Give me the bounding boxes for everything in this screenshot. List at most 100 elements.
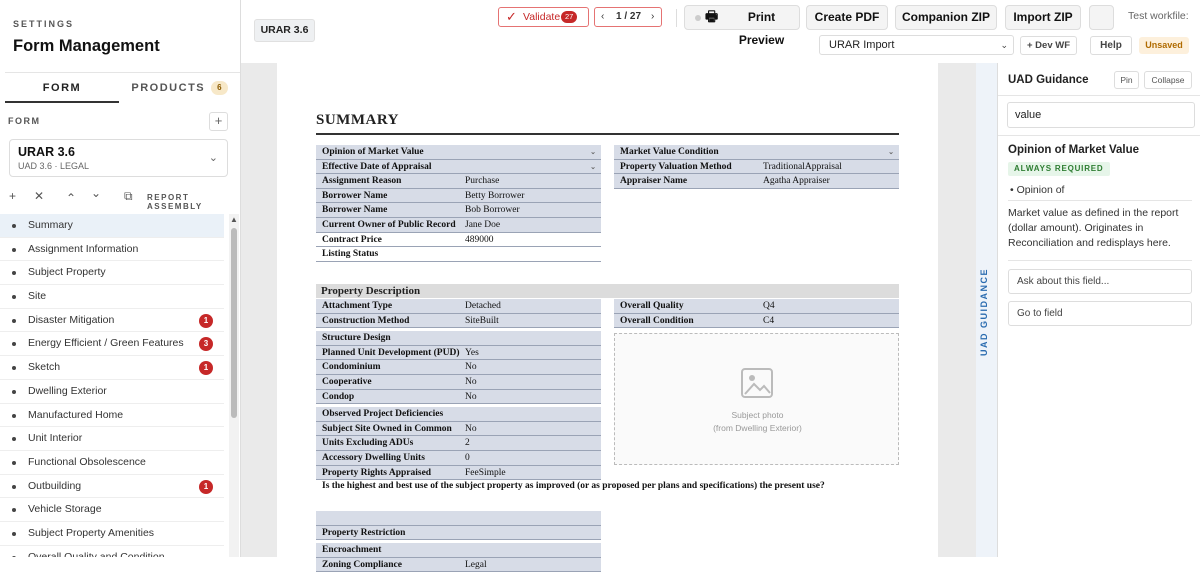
sidebar-item[interactable]: Vehicle Storage <box>0 498 224 522</box>
document-field-row[interactable]: Overall Quality Q4 <box>614 299 899 314</box>
sidebar-item-label: Subject Property <box>28 266 106 279</box>
chevron-left-icon[interactable]: ‹ <box>601 8 604 26</box>
create-pdf-button[interactable]: Create PDF <box>806 5 888 30</box>
form-selector[interactable]: URAR 3.6 UAD 3.6 · LEGAL ⌄ <box>9 139 228 177</box>
dev-wf-button[interactable]: + Dev WF <box>1020 36 1077 55</box>
sidebar-item[interactable]: Dwelling Exterior <box>0 380 224 404</box>
bullet-icon <box>12 342 16 347</box>
import-select[interactable]: URAR Import ⌄ <box>819 35 1014 55</box>
field-label: Listing Status <box>322 249 379 260</box>
document-field-row[interactable]: Property Restriction <box>316 525 601 541</box>
document-field-row[interactable]: Condominium No <box>316 360 601 375</box>
document-field-row[interactable]: Listing Status <box>316 247 601 262</box>
sidebar-item-label: Summary <box>28 219 73 231</box>
sidebar-item[interactable]: Overall Quality and Condition <box>0 546 224 557</box>
document-field-row[interactable]: Attachment Type Detached <box>316 299 601 314</box>
validate-button[interactable]: ✓ Validate 27 <box>498 7 589 27</box>
field-label: Property Valuation Method <box>620 161 732 172</box>
collapse-button[interactable]: Collapse <box>1144 71 1192 89</box>
document-field-row[interactable]: Contract Price 489000 <box>316 233 601 248</box>
document-field-row[interactable]: Property Rights Appraised FeeSimple <box>316 465 601 481</box>
field-value: Detached <box>465 301 501 311</box>
field-label: Units Excluding ADUs <box>322 438 414 449</box>
field-label: Overall Condition <box>620 315 694 326</box>
sidebar-tabs: FORM PRODUCTS 6 <box>5 72 240 103</box>
sidebar-item[interactable]: Summary <box>0 214 224 238</box>
document-field-row[interactable]: Effective Date of Appraisal ⌄ <box>316 159 601 175</box>
document-field-row[interactable]: Encroachment <box>316 543 601 558</box>
sidebar-item[interactable]: Unit Interior <box>0 427 224 451</box>
sidebar-item[interactable]: Sketch 1 <box>0 356 224 380</box>
subject-photo-placeholder[interactable]: Subject photo (from Dwelling Exterior) <box>614 333 899 465</box>
document-field-row[interactable]: Structure Design <box>316 331 601 346</box>
tab-form[interactable]: FORM <box>5 73 119 103</box>
document-canvas[interactable]: SUMMARY Opinion of Market Value ⌄ Effectiv… <box>241 63 976 572</box>
document-field-row[interactable]: Borrower Name Bob Borrower <box>316 203 601 218</box>
guidance-search-input[interactable]: value <box>1007 102 1195 128</box>
document-field-row[interactable]: Condop No <box>316 389 601 405</box>
test-workfile-label: Test workfile: <box>1128 10 1189 22</box>
print-preview-button[interactable]: 🖶 Print Preview <box>684 5 800 47</box>
companion-zip-button[interactable]: Companion ZIP <box>895 5 997 30</box>
sidebar-item[interactable]: Subject Property Amenities <box>0 522 224 546</box>
document-field-row[interactable]: Overall Condition C4 <box>614 313 899 329</box>
scrollbar-thumb[interactable] <box>231 228 237 418</box>
field-label: Appraiser Name <box>620 176 688 187</box>
issue-pager: ‹ 1 / 27 › <box>594 7 662 27</box>
pin-button[interactable]: Pin <box>1114 71 1139 89</box>
go-to-field-button[interactable]: Go to field <box>1008 301 1192 326</box>
guidance-strip[interactable]: UAD GUIDANCE <box>976 63 997 557</box>
document-field-row[interactable]: Observed Project Deficiencies <box>316 407 601 422</box>
tab-products[interactable]: PRODUCTS 6 <box>122 73 237 103</box>
document-field-row[interactable]: Subject Site Owned in Common No <box>316 421 601 437</box>
field-value: Betty Borrower <box>465 190 525 201</box>
document-field-row[interactable]: Planned Unit Development (PUD) Yes <box>316 345 601 361</box>
copy-icon[interactable]: ⧉ <box>124 189 133 204</box>
guidance-strip-label: UAD GUIDANCE <box>979 267 989 356</box>
sidebar-item[interactable]: Disaster Mitigation 1 <box>0 309 224 333</box>
document-field-row[interactable]: Borrower Name Betty Borrower <box>316 188 601 204</box>
property-restriction-fields: Property Restriction Encroachment Zoning C… <box>316 511 601 572</box>
sidebar-item-label: Disaster Mitigation <box>28 313 115 326</box>
document-field-row[interactable]: Opinion of Market Value ⌄ <box>316 145 601 160</box>
field-label: Accessory Dwelling Units <box>322 452 425 463</box>
report-assembly-button[interactable]: REPORT ASSEMBLY <box>147 193 240 211</box>
field-value: No <box>465 391 477 402</box>
sidebar-item[interactable]: Subject Property <box>0 261 224 286</box>
sidebar-item[interactable]: Manufactured Home <box>0 404 224 428</box>
sidebar-item-label: Subject Property Amenities <box>28 526 155 539</box>
import-zip-button[interactable]: Import ZIP <box>1005 5 1081 30</box>
document-field-row[interactable]: Current Owner of Public Record Jane Doe <box>316 217 601 233</box>
status-dot <box>695 15 701 21</box>
document-field-row[interactable]: Appraiser Name Agatha Appraiser <box>614 174 899 189</box>
document-field-row[interactable]: Assignment Reason Purchase <box>316 174 601 189</box>
sidebar-item[interactable]: Site <box>0 285 224 309</box>
sidebar-item[interactable]: Outbuilding 1 <box>0 475 224 499</box>
ask-field-input[interactable]: Ask about this field... <box>1008 269 1192 294</box>
document-field-row[interactable]: Market Value Condition ⌄ <box>614 145 899 160</box>
help-button[interactable]: Help <box>1090 36 1132 55</box>
document-field-row[interactable]: Zoning Compliance Legal <box>316 557 601 572</box>
move-up-icon[interactable]: ⌃ <box>66 191 76 205</box>
document-field-row[interactable]: Cooperative No <box>316 374 601 390</box>
field-value: 489000 <box>465 234 494 245</box>
document-field-row[interactable]: Accessory Dwelling Units 0 <box>316 450 601 466</box>
add-form-button[interactable]: + <box>209 112 228 131</box>
chevron-right-icon[interactable]: › <box>651 8 654 26</box>
scroll-up-icon[interactable]: ▲ <box>229 214 239 226</box>
document-field-row[interactable]: Construction Method SiteBuilt <box>316 313 601 329</box>
document-field-row[interactable]: Units Excluding ADUs 2 <box>316 436 601 451</box>
tab-urar[interactable]: URAR 3.6 <box>254 19 315 42</box>
sidebar-item[interactable]: Assignment Information <box>0 238 224 262</box>
move-down-icon[interactable]: ⌄ <box>91 186 101 200</box>
add-icon[interactable]: + <box>9 189 16 203</box>
document-field-row[interactable]: Property Valuation Method TraditionalAppr… <box>614 159 899 175</box>
extra-button[interactable] <box>1089 5 1114 30</box>
sidebar-item-label: Site <box>28 290 47 303</box>
remove-icon[interactable]: ✕ <box>34 189 44 203</box>
sidebar-item[interactable]: Energy Efficient / Green Features 3 <box>0 332 224 357</box>
field-value: No <box>465 362 477 373</box>
bullet-icon <box>12 484 16 489</box>
document-field-row[interactable] <box>316 511 601 526</box>
sidebar-item[interactable]: Functional Obsolescence <box>0 451 224 475</box>
